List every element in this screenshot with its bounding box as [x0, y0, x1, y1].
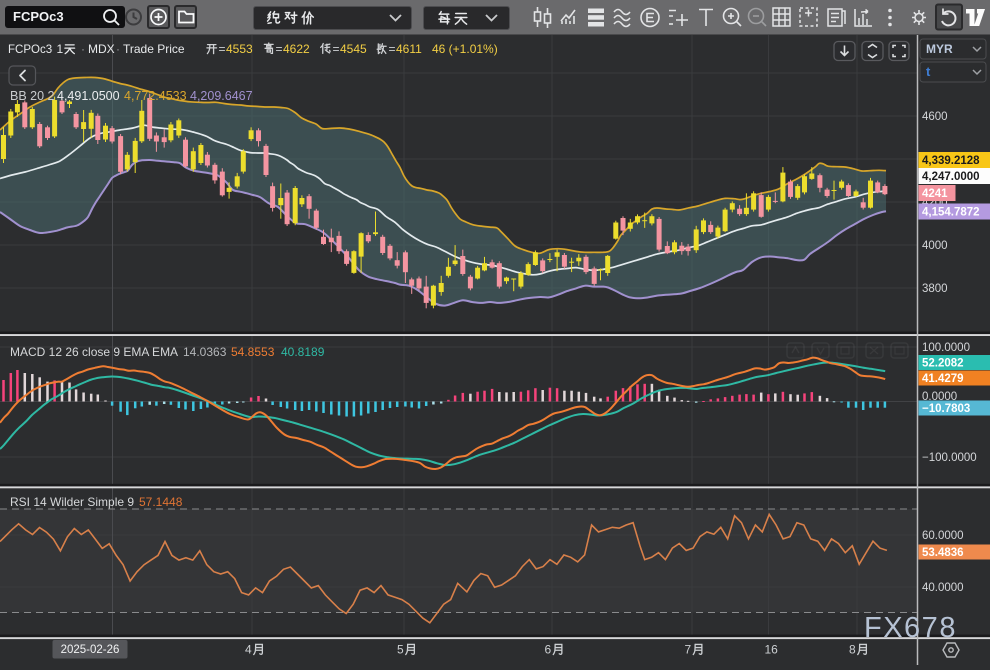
- svg-text:14.0363: 14.0363: [183, 345, 227, 359]
- svg-text:6: 6: [545, 643, 552, 657]
- svg-text:=: =: [333, 42, 340, 56]
- svg-text:=: =: [219, 42, 226, 56]
- svg-text:8: 8: [849, 643, 856, 657]
- svg-text:41.4279: 41.4279: [922, 373, 964, 385]
- svg-text:3800: 3800: [922, 283, 948, 295]
- svg-text:4241: 4241: [922, 188, 948, 200]
- svg-text:5: 5: [397, 643, 404, 657]
- svg-text:16: 16: [765, 643, 779, 657]
- svg-text:54.8553: 54.8553: [231, 345, 275, 359]
- svg-text:52.2082: 52.2082: [922, 358, 964, 370]
- svg-text:·: ·: [81, 42, 85, 56]
- svg-text:4: 4: [245, 643, 252, 657]
- svg-text:4622: 4622: [283, 42, 310, 56]
- svg-text:−10.7803: −10.7803: [922, 403, 970, 415]
- svg-text:53.4836: 53.4836: [922, 547, 964, 559]
- svg-text:MDX: MDX: [88, 42, 115, 56]
- svg-text:t: t: [926, 64, 931, 79]
- svg-text:·: ·: [116, 42, 120, 56]
- svg-text:BB 20 2: BB 20 2: [10, 89, 55, 103]
- svg-text:57.1448: 57.1448: [139, 495, 183, 509]
- svg-text:4553: 4553: [226, 42, 253, 56]
- svg-text:7: 7: [685, 643, 692, 657]
- svg-text:4611: 4611: [396, 42, 422, 56]
- svg-text:100.0000: 100.0000: [922, 342, 970, 354]
- svg-text:4000: 4000: [922, 240, 948, 252]
- svg-text:=: =: [389, 42, 396, 56]
- svg-text:4,154.7872: 4,154.7872: [922, 207, 980, 219]
- svg-text:4545: 4545: [340, 42, 367, 56]
- svg-text:4600: 4600: [922, 111, 948, 123]
- svg-text:FX678: FX678: [864, 612, 957, 644]
- svg-text:RSI 14 Wilder Simple 9: RSI 14 Wilder Simple 9: [10, 495, 134, 509]
- svg-text:4,491.0500: 4,491.0500: [57, 89, 120, 103]
- svg-text:·: ·: [50, 42, 54, 56]
- svg-text:MYR: MYR: [926, 42, 953, 56]
- svg-text:FCPOc3: FCPOc3: [8, 44, 52, 56]
- svg-text:46 (+1.01%): 46 (+1.01%): [432, 42, 498, 56]
- svg-text:−100.0000: −100.0000: [922, 452, 977, 464]
- svg-text:Trade Price: Trade Price: [123, 42, 185, 56]
- svg-text:4,209.6467: 4,209.6467: [190, 89, 253, 103]
- svg-text:4,339.2128: 4,339.2128: [922, 155, 980, 167]
- svg-text:60.0000: 60.0000: [922, 530, 964, 542]
- svg-text:4,247.0000: 4,247.0000: [922, 171, 980, 183]
- svg-text:1: 1: [57, 42, 64, 56]
- svg-text:40.8189: 40.8189: [281, 345, 325, 359]
- svg-text:40.0000: 40.0000: [922, 582, 964, 594]
- svg-text:MACD 12 26 close 9 EMA EMA: MACD 12 26 close 9 EMA EMA: [10, 345, 178, 359]
- svg-text:=: =: [276, 42, 283, 56]
- svg-text:4,772.4533: 4,772.4533: [124, 89, 187, 103]
- svg-text:2025-02-26: 2025-02-26: [61, 644, 120, 656]
